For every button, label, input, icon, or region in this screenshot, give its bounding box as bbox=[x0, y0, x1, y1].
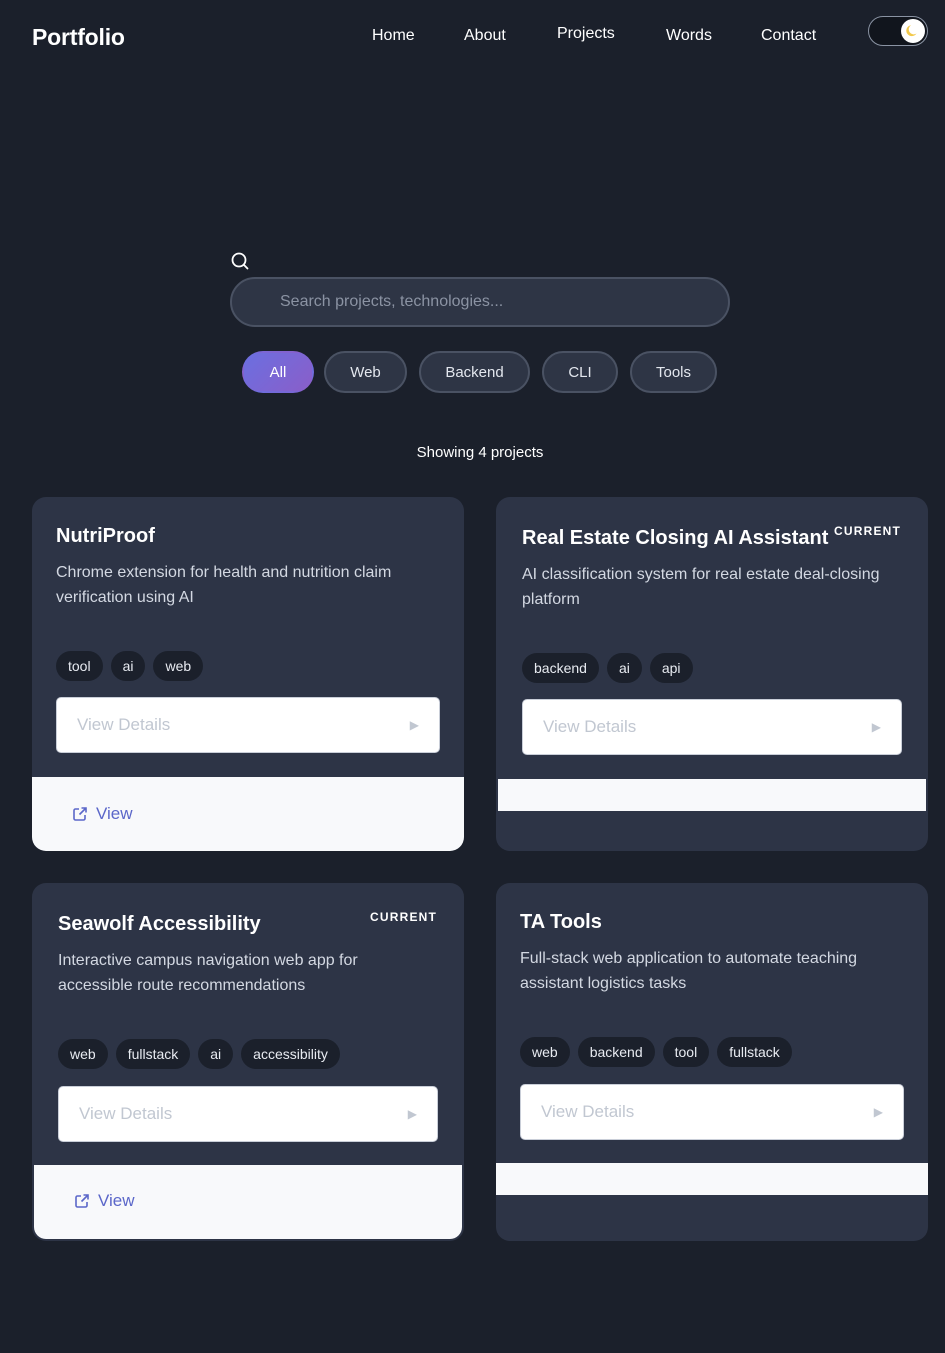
card-footer bbox=[496, 1163, 928, 1195]
nav-contact[interactable]: Contact bbox=[761, 27, 816, 45]
filter-cli[interactable]: CLI bbox=[542, 351, 618, 393]
view-details-label: View Details bbox=[543, 717, 637, 736]
project-description: Chrome extension for health and nutritio… bbox=[56, 564, 392, 606]
view-details-label: View Details bbox=[541, 1102, 635, 1121]
tag: accessibility bbox=[241, 1039, 340, 1069]
play-arrow-icon: ▶ bbox=[409, 718, 419, 732]
tag: web bbox=[58, 1039, 108, 1069]
project-description: AI classification system for real estate… bbox=[522, 566, 880, 608]
play-arrow-icon: ▶ bbox=[873, 1105, 883, 1119]
nav-home[interactable]: Home bbox=[372, 27, 415, 45]
project-card[interactable]: TA Tools Full-stack web application to a… bbox=[496, 883, 928, 1241]
brand-logo[interactable]: Portfolio bbox=[32, 24, 125, 51]
card-footer: View bbox=[34, 1165, 462, 1239]
theme-toggle[interactable] bbox=[868, 16, 928, 46]
page: Portfolio Home About Projects Words Cont… bbox=[0, 0, 945, 1353]
tag-list: tool ai web bbox=[56, 651, 204, 681]
moon-icon bbox=[906, 25, 917, 37]
view-details-button[interactable]: View Details ▶ bbox=[522, 699, 902, 755]
filter-web[interactable]: Web bbox=[324, 351, 407, 393]
external-view-link[interactable]: View bbox=[72, 804, 133, 824]
project-title: Seawolf Accessibility bbox=[58, 913, 261, 935]
view-link-label: View bbox=[96, 804, 133, 823]
tag-list: backend ai api bbox=[522, 653, 693, 683]
tag: tool bbox=[662, 1037, 710, 1067]
card-footer: View bbox=[32, 777, 464, 851]
current-badge: CURRENT bbox=[834, 524, 902, 538]
view-details-button[interactable]: View Details ▶ bbox=[56, 697, 440, 753]
tag-list: web fullstack ai accessibility bbox=[58, 1039, 340, 1069]
tag: fullstack bbox=[115, 1039, 191, 1069]
card-footer bbox=[498, 779, 926, 811]
project-description: Full-stack web application to automate t… bbox=[520, 950, 858, 992]
nav-words[interactable]: Words bbox=[666, 27, 712, 45]
view-details-label: View Details bbox=[77, 715, 171, 734]
tag: ai bbox=[606, 653, 642, 683]
nav-about[interactable]: About bbox=[464, 27, 506, 45]
tag: fullstack bbox=[717, 1037, 792, 1067]
tag: api bbox=[649, 653, 693, 683]
project-description: Interactive campus navigation web app fo… bbox=[58, 952, 358, 994]
filter-backend[interactable]: Backend bbox=[419, 351, 530, 393]
project-card[interactable]: Real Estate Closing AI Assistant CURRENT… bbox=[496, 497, 928, 851]
tag: ai bbox=[110, 651, 146, 681]
project-card[interactable]: NutriProof Chrome extension for health a… bbox=[32, 497, 464, 851]
tag: web bbox=[153, 651, 204, 681]
current-badge: CURRENT bbox=[370, 910, 438, 924]
project-card[interactable]: Seawolf Accessibility CURRENT Interactiv… bbox=[32, 883, 464, 1241]
tag: ai bbox=[198, 1039, 234, 1069]
toggle-knob bbox=[901, 19, 925, 43]
view-details-button[interactable]: View Details ▶ bbox=[58, 1086, 438, 1142]
filter-tools[interactable]: Tools bbox=[630, 351, 717, 393]
tag: backend bbox=[522, 653, 599, 683]
search-input[interactable] bbox=[230, 277, 730, 327]
external-link-icon bbox=[73, 807, 87, 821]
tag: backend bbox=[577, 1037, 655, 1067]
tag: tool bbox=[56, 651, 103, 681]
external-view-link[interactable]: View bbox=[74, 1191, 135, 1211]
view-details-label: View Details bbox=[79, 1104, 173, 1123]
project-title: NutriProof bbox=[56, 525, 155, 547]
search-icon bbox=[231, 252, 249, 270]
tag: web bbox=[520, 1037, 570, 1067]
tag-list: web backend tool fullstack bbox=[520, 1037, 792, 1067]
view-details-button[interactable]: View Details ▶ bbox=[520, 1084, 904, 1140]
project-title: Real Estate Closing AI Assistant bbox=[522, 527, 829, 549]
filter-all[interactable]: All bbox=[242, 351, 314, 393]
nav-projects[interactable]: Projects bbox=[557, 25, 615, 43]
view-link-label: View bbox=[98, 1191, 135, 1210]
external-link-icon bbox=[75, 1194, 89, 1208]
play-arrow-icon: ▶ bbox=[407, 1107, 417, 1121]
project-title: TA Tools bbox=[520, 911, 602, 933]
play-arrow-icon: ▶ bbox=[871, 720, 881, 734]
results-count: Showing 4 projects bbox=[416, 444, 544, 461]
